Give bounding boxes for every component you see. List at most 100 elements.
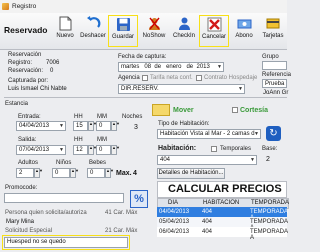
col-temporada: TEMPORADA <box>251 200 290 206</box>
salida-hh-field[interactable]: 12 <box>73 145 88 155</box>
window-title: Registro <box>12 3 37 10</box>
table-row[interactable]: 06/04/2013 404 TEMPORADA A <box>157 227 288 241</box>
ninos-stepper[interactable]: ▲▼ <box>70 168 79 178</box>
reservacion-value: 0 <box>50 68 54 74</box>
cortesia-checkbox[interactable] <box>232 107 238 113</box>
max-label: Max. <box>116 170 132 177</box>
mover-label: Mover <box>173 107 194 114</box>
discount-button[interactable]: % <box>130 190 148 208</box>
salida-label: Salida: <box>18 137 37 143</box>
app-icon <box>2 3 9 10</box>
toolbar: Reservado Nuevo Deshacer Guardar NoShow … <box>0 13 287 50</box>
noshow-button[interactable]: NoShow <box>140 15 168 47</box>
mm-label: MM <box>97 114 107 120</box>
solicitud-highlight <box>2 235 130 250</box>
salida-hh-stepper[interactable]: ▲▼ <box>88 145 97 155</box>
solicita-name: Mary Mina <box>6 219 35 225</box>
cancel-button[interactable]: Cancelar <box>199 15 229 47</box>
bebes-stepper[interactable]: ▲▼ <box>105 168 114 178</box>
salida-mm-stepper[interactable]: ▲▼ <box>111 145 120 155</box>
checkin-button[interactable]: CheckIn <box>170 15 198 47</box>
title-bar: Registro <box>0 0 287 14</box>
checkin-icon <box>176 16 192 32</box>
temporales-checkbox[interactable] <box>211 146 217 152</box>
grupo-label: Grupo <box>262 54 279 60</box>
entrada-mm-stepper[interactable]: ▲▼ <box>111 121 120 131</box>
registro-value: 7006 <box>46 60 60 66</box>
habitacion-select[interactable]: 404 ▼ <box>157 155 257 165</box>
mm-label-2: MM <box>97 137 107 143</box>
referencia-field[interactable]: Prueba <box>262 79 287 88</box>
hh-label: HH <box>74 114 83 120</box>
payment-button[interactable]: Abono <box>231 15 257 47</box>
contrato-hospedaje-checkbox[interactable] <box>196 75 202 81</box>
entrada-date-field[interactable]: 04/04/2013 ▼ <box>16 121 66 131</box>
reservation-section-label: Reservación <box>8 52 42 58</box>
referencia-label: Referencia <box>262 72 292 78</box>
temporales-label: Temporales <box>220 146 252 152</box>
table-row[interactable]: 05/04/2013 404 TEMPORADA A <box>157 217 288 231</box>
salida-date-field[interactable]: 07/04/2013 ▼ <box>16 145 66 155</box>
chevron-down-icon: ▼ <box>254 131 259 137</box>
solicitud-label: Solicitud Especial <box>5 228 53 234</box>
cortesia-label: Cortesía <box>240 107 269 114</box>
undo-icon <box>85 16 101 32</box>
detalles-habitacion-button[interactable]: Detalles de Habitación... <box>157 168 225 179</box>
promocode-label: Promocode: <box>5 185 38 191</box>
ninos-field[interactable]: 0 <box>52 168 70 178</box>
estancia-label: Estancia <box>5 101 29 107</box>
solicitud-char-limit: 21 Car. Máx <box>105 228 138 234</box>
tipo-habitacion-select[interactable]: Habitación Vista al Mar - 2 camas d ▼ <box>157 129 261 139</box>
contrato-hospedaje-label: Contrato Hospedaje <box>204 75 258 81</box>
refresh-icon: ↻ <box>269 128 278 139</box>
reservacion-label: Reservación: <box>8 68 44 74</box>
ninos-label: Niños <box>56 160 72 166</box>
registro-label: Registro: <box>8 60 33 66</box>
calcular-precios-button[interactable]: CALCULAR PRECIOS <box>157 181 287 198</box>
col-dia: DIA <box>168 200 179 206</box>
grupo-field[interactable] <box>262 61 287 70</box>
col-habitacion: HABITACION <box>203 200 240 206</box>
chevron-down-icon: ▼ <box>250 157 255 163</box>
bebes-field[interactable]: 0 <box>87 168 105 178</box>
solicita-header: Persona quien solicita/autoriza <box>5 210 87 216</box>
agent-name: JoAnn Gr <box>263 90 289 96</box>
entrada-label: Entrada: <box>18 114 41 120</box>
percent-icon: % <box>134 193 144 205</box>
hh-label-2: HH <box>74 137 83 143</box>
adultos-field[interactable]: 2 <box>16 168 34 178</box>
entrada-mm-field[interactable]: 0 <box>96 121 111 131</box>
undo-button[interactable]: Deshacer <box>78 15 108 47</box>
adultos-stepper[interactable]: ▲▼ <box>34 168 43 178</box>
refresh-button[interactable]: ↻ <box>266 126 281 141</box>
entrada-hh-field[interactable]: 15 <box>73 121 88 131</box>
table-row[interactable]: 04/04/2013 404 TEMPORADA A <box>157 207 288 221</box>
new-button[interactable]: Nuevo <box>53 15 77 47</box>
promocode-field[interactable] <box>4 193 124 203</box>
bebes-label: Bebes <box>89 160 107 166</box>
agencia-select[interactable]: DIR.RESERV. ▼ <box>118 84 245 94</box>
base-label: Base: <box>262 146 278 152</box>
capturada-value: Luis Ismael Chi Nabte <box>8 86 67 92</box>
noches-value: 3 <box>134 124 138 131</box>
payment-icon <box>236 16 252 32</box>
salida-mm-field[interactable]: 0 <box>96 145 111 155</box>
habitacion-label: Habitación: <box>158 145 197 152</box>
mover-toggle[interactable] <box>152 104 170 116</box>
capturada-label: Capturada por: <box>8 78 49 84</box>
tarifa-neta-checkbox[interactable] <box>142 75 148 81</box>
base-value: 2 <box>266 156 270 163</box>
noshow-icon <box>146 16 162 32</box>
save-icon <box>115 17 131 33</box>
tarifa-neta-label: Tarifa neta conf. <box>150 75 193 81</box>
fecha-captura-field[interactable]: martes 08 de enero de 2013 ▼ <box>118 62 224 72</box>
chevron-down-icon: ▼ <box>217 64 222 70</box>
agencia-label: Agencia <box>118 75 140 81</box>
noches-label: Noches <box>122 114 143 120</box>
cards-icon <box>265 16 281 32</box>
cards-button[interactable]: Tarjetas <box>259 15 287 47</box>
entrada-hh-stepper[interactable]: ▲▼ <box>88 121 97 131</box>
save-button[interactable]: Guardar <box>108 15 138 47</box>
adultos-label: Adultos <box>18 160 39 166</box>
chevron-down-icon: ▼ <box>238 86 243 92</box>
